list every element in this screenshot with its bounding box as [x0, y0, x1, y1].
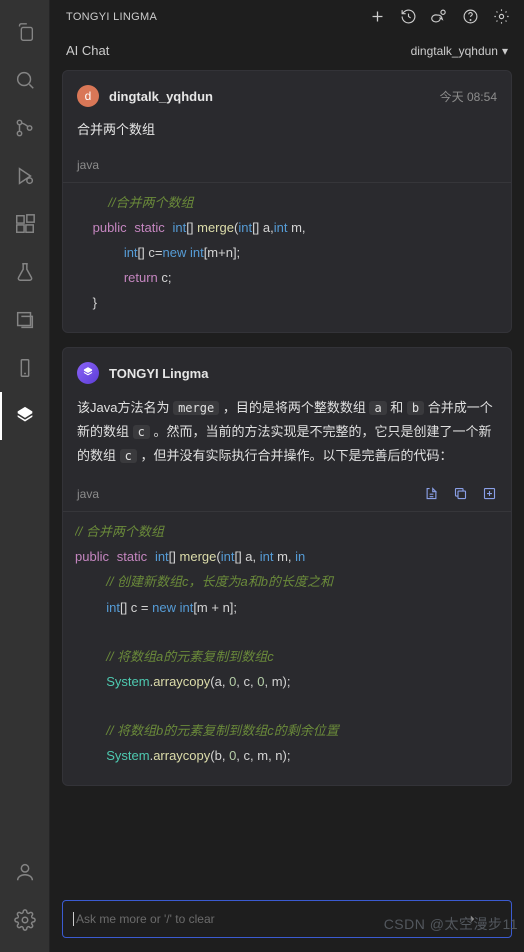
assistant-code-lang: java [77, 487, 99, 501]
assistant-code-block: // 合并两个数组 public static int[] merge(int[… [75, 512, 497, 768]
user-code-block: //合并两个数组 public static int[] merge(int[]… [77, 183, 497, 316]
activity-bar [0, 0, 50, 952]
library-icon[interactable] [0, 296, 50, 344]
input-placeholder: Ask me more or '/' to clear [76, 912, 215, 926]
new-file-icon[interactable] [482, 486, 497, 501]
chat-body: d dingtalk_yqhdun 今天 08:54 合并两个数组 java /… [50, 70, 524, 888]
user-dropdown[interactable]: dingtalk_yqhdun ▾ [411, 44, 508, 58]
assistant-code-toolbar: java [63, 480, 511, 512]
side-panel: TONGYI LINGMA AI Chat dingtalk_yqhdun ▾ … [50, 0, 524, 952]
message-time: 今天 08:54 [440, 88, 497, 105]
help-icon[interactable] [462, 8, 479, 25]
insert-icon[interactable] [424, 486, 439, 501]
user-avatar: d [77, 85, 99, 107]
chat-tab-label[interactable]: AI Chat [66, 43, 109, 58]
code-lang-label: java [63, 152, 511, 183]
run-debug-icon[interactable] [0, 152, 50, 200]
chat-input[interactable]: Ask me more or '/' to clear ➝ [62, 900, 512, 938]
source-control-icon[interactable] [0, 104, 50, 152]
assistant-explanation: 该Java方法名为 merge ，目的是将两个整数数组 a 和 b 合并成一个新… [77, 396, 497, 468]
assistant-message-card: TONGYI Lingma 该Java方法名为 merge ，目的是将两个整数数… [62, 347, 512, 786]
gear-icon[interactable] [493, 8, 510, 25]
panel-title: TONGYI LINGMA [66, 11, 157, 23]
assistant-avatar [77, 362, 99, 384]
assistant-name: TONGYI Lingma [109, 366, 208, 381]
files-icon[interactable] [0, 8, 50, 56]
panel-header: TONGYI LINGMA [50, 0, 524, 33]
chat-icon[interactable] [431, 8, 448, 25]
text-cursor [73, 912, 74, 926]
chevron-down-icon: ▾ [502, 44, 508, 58]
current-user: dingtalk_yqhdun [411, 44, 498, 58]
input-area: Ask me more or '/' to clear ➝ [50, 888, 524, 952]
search-icon[interactable] [0, 56, 50, 104]
account-icon[interactable] [0, 848, 50, 896]
user-name: dingtalk_yqhdun [109, 89, 213, 104]
user-message-card: d dingtalk_yqhdun 今天 08:54 合并两个数组 java /… [62, 70, 512, 333]
copy-icon[interactable] [453, 486, 468, 501]
user-prompt: 合并两个数组 [77, 119, 497, 138]
plus-icon[interactable] [369, 8, 386, 25]
beaker-icon[interactable] [0, 248, 50, 296]
lingma-icon[interactable] [0, 392, 50, 440]
send-icon[interactable]: ➝ [462, 909, 475, 929]
chat-header: AI Chat dingtalk_yqhdun ▾ [50, 33, 524, 70]
history-icon[interactable] [400, 8, 417, 25]
settings-gear-icon[interactable] [0, 896, 50, 944]
extensions-icon[interactable] [0, 200, 50, 248]
device-icon[interactable] [0, 344, 50, 392]
